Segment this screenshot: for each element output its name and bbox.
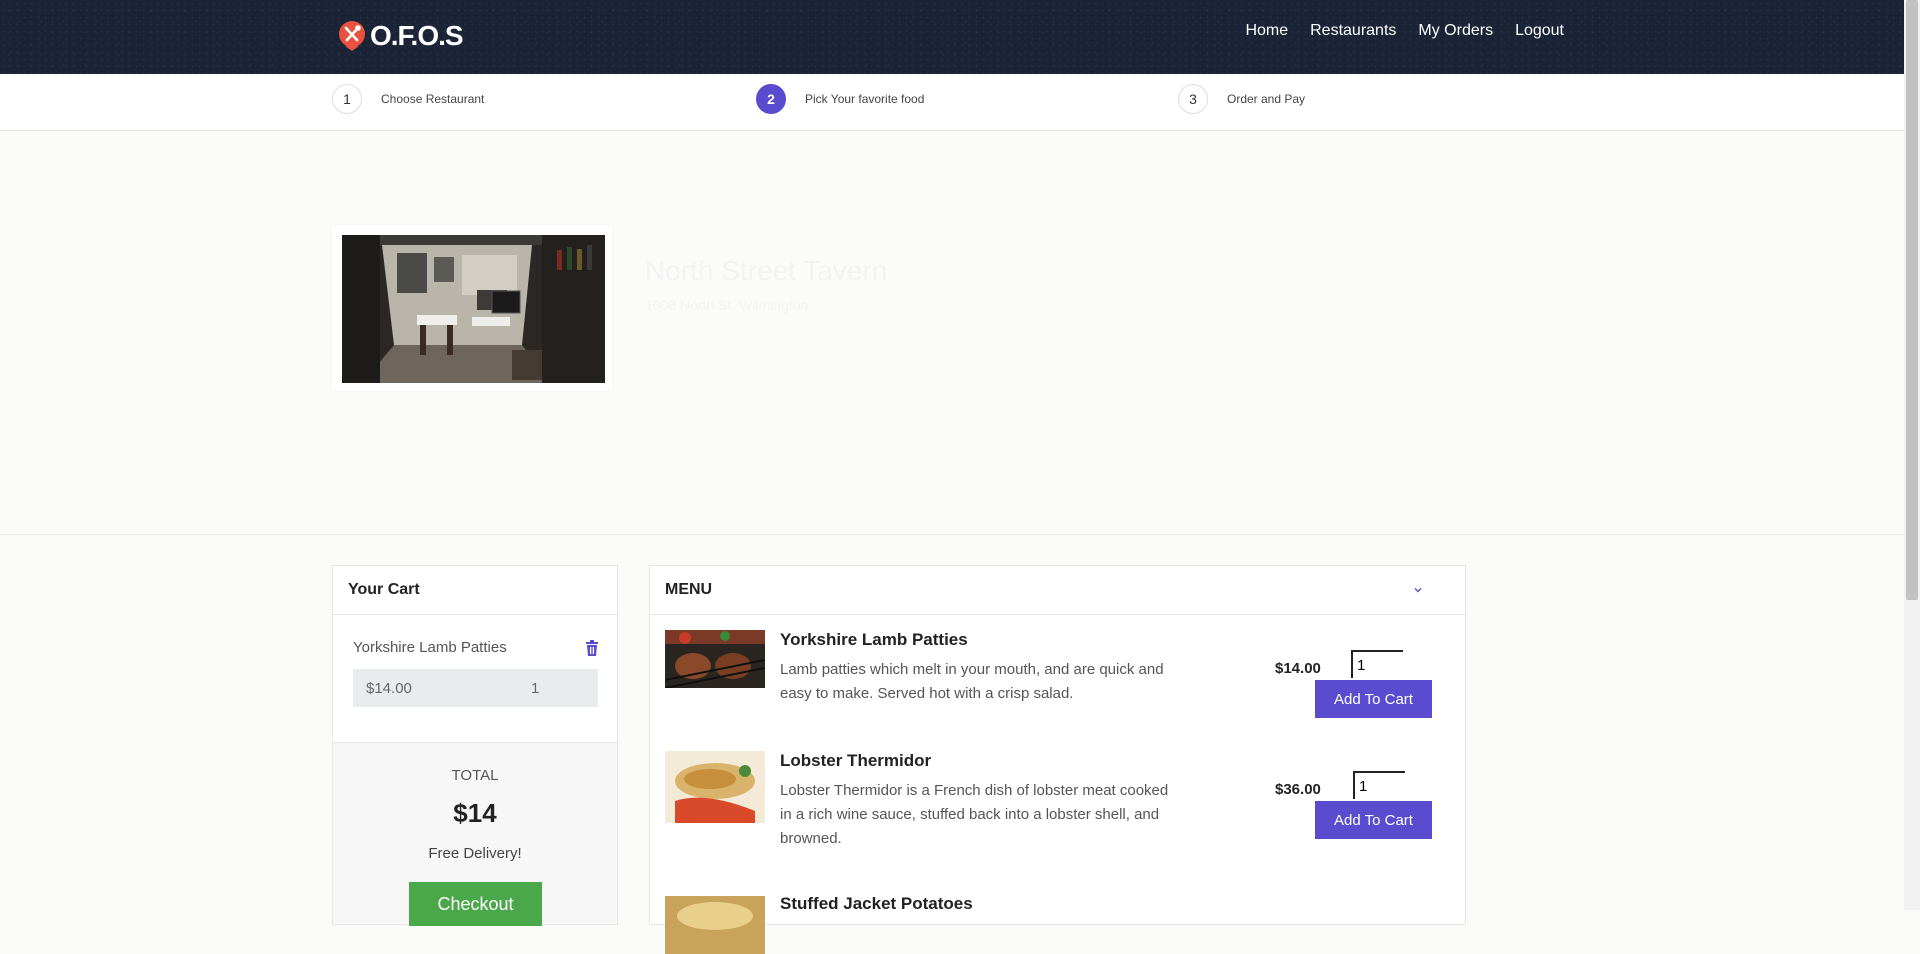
total-value: $14: [453, 798, 497, 828]
cart-panel: Your Cart Yorkshire Lamb Patties $14.00 …: [332, 565, 618, 926]
step-number: 1: [332, 84, 362, 114]
food-title: Yorkshire Lamb Patties: [780, 630, 968, 649]
chevron-down-icon[interactable]: [1412, 584, 1424, 596]
step-label: Order and Pay: [1227, 92, 1306, 106]
menu-title-text: MENU: [665, 581, 713, 598]
add-to-cart-button[interactable]: Add To Cart: [1315, 801, 1432, 839]
cart-title: Your Cart: [333, 566, 617, 615]
main-nav: Home Restaurants My Orders Logout: [1223, 22, 1564, 40]
cart-summary: TOTAL $14 Free Delivery! Checkout: [333, 743, 617, 926]
checkout-button[interactable]: Checkout: [409, 882, 542, 926]
food-title: Stuffed Jacket Potatoes: [780, 894, 973, 913]
brand-logo[interactable]: O.F.O.S: [336, 18, 464, 54]
add-to-cart-button[interactable]: Add To Cart: [1315, 680, 1432, 718]
total-label: TOTAL: [451, 767, 499, 784]
quantity-input[interactable]: [1351, 650, 1403, 678]
cart-item-price: $14.00: [366, 680, 412, 697]
restaurant-address: 1008 North St. Wilmington: [645, 297, 809, 313]
trash-icon[interactable]: [585, 640, 599, 656]
menu-item: Lobster Thermidor Lobster Thermidor is a…: [665, 751, 1445, 861]
nav-restaurants[interactable]: Restaurants: [1310, 22, 1396, 40]
menu-item: Yorkshire Lamb Patties Lamb patties whic…: [665, 630, 1445, 730]
food-image: [665, 896, 765, 954]
menu-item: Stuffed Jacket Potatoes: [665, 894, 1445, 954]
step-order-pay: 3 Order and Pay: [1178, 84, 1305, 114]
food-price: $36.00: [1275, 781, 1321, 798]
food-title: Lobster Thermidor: [780, 751, 932, 770]
food-description: Lobster Thermidor is a French dish of lo…: [780, 782, 1169, 847]
quantity-input[interactable]: [1353, 771, 1405, 799]
nav-my-orders[interactable]: My Orders: [1418, 22, 1493, 40]
order-steps: 1 Choose Restaurant 2 Pick Your favorite…: [0, 74, 1904, 131]
nav-home[interactable]: Home: [1245, 22, 1288, 40]
food-image: [665, 630, 765, 688]
cart-item-row: $14.00 1: [353, 669, 598, 707]
restaurant-image-card: [332, 225, 612, 391]
fork-spoon-pin-icon: [339, 21, 365, 51]
delivery-note: Free Delivery!: [428, 845, 522, 862]
food-price: $14.00: [1275, 660, 1321, 677]
step-number: 2: [756, 84, 786, 114]
restaurant-name: North Street Tavern: [645, 255, 888, 286]
food-description: Lamb patties which melt in your mouth, a…: [780, 661, 1164, 702]
step-choose-restaurant: 1 Choose Restaurant: [332, 84, 484, 114]
scrollbar-thumb[interactable]: [1906, 0, 1918, 600]
top-navbar: O.F.O.S Home Restaurants My Orders Logou…: [0, 0, 1904, 74]
step-pick-food: 2 Pick Your favorite food: [756, 84, 924, 114]
food-image: [665, 751, 765, 823]
cart-item-qty[interactable]: 1: [531, 680, 539, 697]
brand-name: O.F.O.S: [370, 20, 464, 51]
restaurant-hero: North Street Tavern 1008 North St. Wilmi…: [0, 131, 1904, 535]
menu-title[interactable]: MENU: [650, 566, 1465, 615]
step-number: 3: [1178, 84, 1208, 114]
nav-logout[interactable]: Logout: [1515, 22, 1564, 40]
step-label: Pick Your favorite food: [805, 92, 925, 106]
menu-panel: MENU Yorkshire Lamb Patties Lamb patties…: [649, 565, 1466, 954]
cart-item-name: Yorkshire Lamb Patties: [353, 639, 507, 656]
step-label: Choose Restaurant: [381, 92, 485, 106]
restaurant-photo: [342, 235, 605, 383]
